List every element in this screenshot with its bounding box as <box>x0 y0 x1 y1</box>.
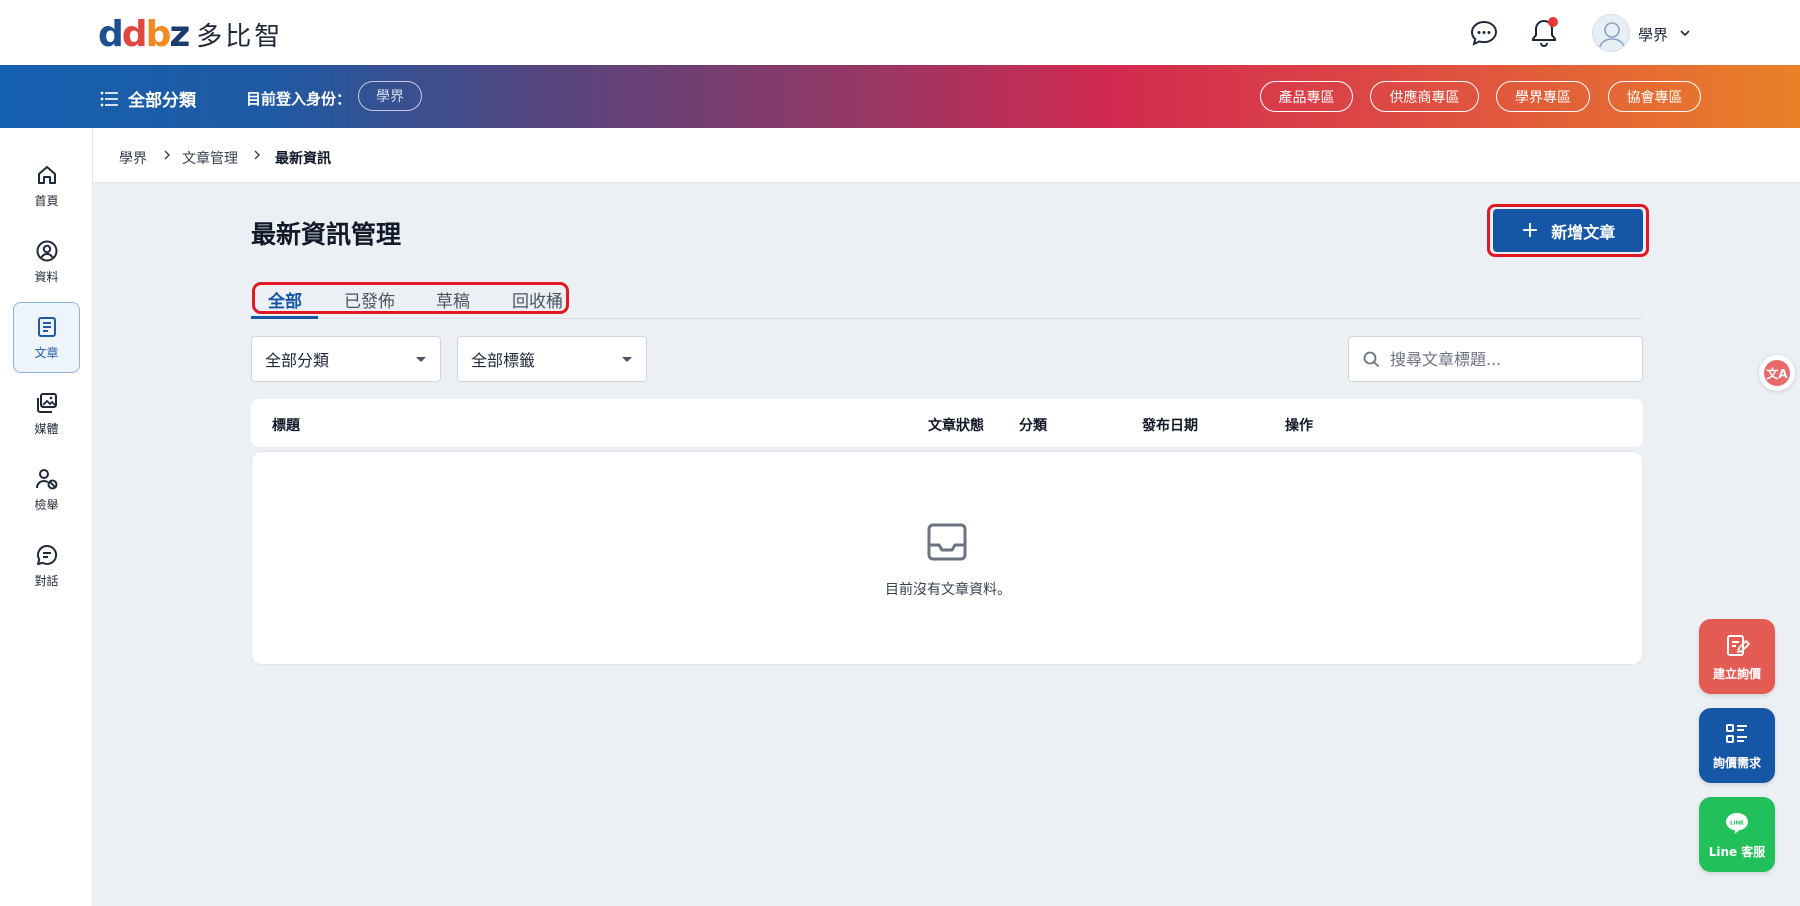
tab-all[interactable]: 全部 <box>268 287 302 312</box>
zone-button-suppliers[interactable]: 供應商專區 <box>1370 81 1479 112</box>
report-user-icon <box>35 468 57 489</box>
caret-down-icon <box>622 357 632 362</box>
sidebar-item-label: 對話 <box>34 573 59 588</box>
sidebar-item-chat[interactable]: 對話 <box>13 530 80 601</box>
empty-state-text: 目前沒有文章資料。 <box>885 582 1011 598</box>
document-icon <box>37 316 56 337</box>
create-inquiry-button[interactable]: 建立詢價 <box>1699 619 1775 694</box>
media-icon <box>36 392 57 413</box>
chat-bubble-icon <box>36 544 57 565</box>
sidebar-item-media[interactable]: 媒體 <box>13 378 80 449</box>
line-chat-icon: LINE <box>1726 812 1748 834</box>
add-article-label: 新增文章 <box>1551 222 1616 242</box>
zone-button-academia[interactable]: 學界專區 <box>1496 81 1590 112</box>
inbox-icon <box>927 523 967 561</box>
tab-draft[interactable]: 草稿 <box>436 287 470 312</box>
sidebar-item-articles[interactable]: 文章 <box>13 302 80 373</box>
top-header: ddbz 多比智 學界 <box>0 0 1800 65</box>
sidebar-item-label: 文章 <box>34 345 59 360</box>
active-tab-indicator <box>251 316 318 319</box>
user-name[interactable]: 學界 <box>1638 24 1668 45</box>
create-inquiry-label: 建立詢價 <box>1712 666 1761 681</box>
add-article-button[interactable]: + 新增文章 <box>1493 209 1643 252</box>
table-body-empty: 目前沒有文章資料。 <box>251 451 1643 665</box>
avatar[interactable] <box>1592 14 1630 52</box>
tag-filter-value: 全部標籤 <box>471 351 536 370</box>
left-sidebar: 首頁 資料 文章 媒體 檢舉 對話 <box>0 128 93 906</box>
caret-down-icon <box>416 357 426 362</box>
logo[interactable]: ddbz 多比智 <box>98 16 283 53</box>
role-badge: 學界 <box>358 81 422 111</box>
translate-button[interactable]: 文A <box>1759 355 1795 391</box>
all-categories-button[interactable]: 全部分類 <box>100 86 196 111</box>
chevron-right-icon <box>254 150 260 160</box>
column-header-publish-date: 發布日期 <box>1142 418 1198 434</box>
logo-text: 多比智 <box>196 22 284 52</box>
line-service-label: Line 客服 <box>1708 844 1766 859</box>
tab-published[interactable]: 已發佈 <box>344 287 395 312</box>
search-input[interactable] <box>1390 349 1630 369</box>
menu-list-icon <box>100 91 118 106</box>
all-categories-label: 全部分類 <box>128 91 196 111</box>
column-header-actions: 操作 <box>1285 418 1313 434</box>
sidebar-item-label: 檢舉 <box>34 497 59 512</box>
home-icon <box>37 165 56 184</box>
breadcrumb-item[interactable]: 學界 <box>119 148 147 168</box>
column-header-title: 標題 <box>272 418 300 434</box>
tab-trash[interactable]: 回收桶 <box>512 287 563 312</box>
inquiry-demand-label: 詢價需求 <box>1712 755 1761 770</box>
main-navbar: 全部分類 目前登入身份： 學界 產品專區 供應商專區 學界專區 協會專區 <box>0 65 1800 128</box>
breadcrumb-current: 最新資訊 <box>275 151 331 167</box>
tag-filter-select[interactable]: 全部標籤 <box>457 336 647 382</box>
sidebar-item-label: 首頁 <box>34 193 59 208</box>
search-box[interactable] <box>1348 336 1643 382</box>
line-badge-text: LINE <box>1730 820 1744 826</box>
inquiry-demand-button[interactable]: 詢價需求 <box>1699 708 1775 783</box>
sidebar-item-home[interactable]: 首頁 <box>13 150 80 221</box>
chevron-right-icon <box>164 150 170 160</box>
zone-button-products[interactable]: 產品專區 <box>1260 81 1353 112</box>
user-circle-icon <box>36 240 57 261</box>
page-title: 最新資訊管理 <box>251 220 402 249</box>
column-header-category: 分類 <box>1019 418 1047 434</box>
tabs-divider <box>251 318 1643 319</box>
search-icon <box>1363 351 1380 367</box>
plus-icon: + <box>1520 217 1540 243</box>
translate-icon: 文A <box>1764 360 1790 386</box>
edit-clipboard-icon <box>1727 634 1750 656</box>
zone-button-associations[interactable]: 協會專區 <box>1608 81 1701 112</box>
breadcrumb: 學界 文章管理 最新資訊 <box>93 128 1800 183</box>
sidebar-item-report[interactable]: 檢舉 <box>13 454 80 525</box>
chat-icon[interactable] <box>1470 20 1498 46</box>
sidebar-item-label: 資料 <box>34 269 59 284</box>
login-identity-label: 目前登入身份： <box>246 90 352 108</box>
category-filter-select[interactable]: 全部分類 <box>251 336 441 382</box>
sidebar-item-profile[interactable]: 資料 <box>13 226 80 297</box>
list-icon <box>1726 723 1747 743</box>
line-service-button[interactable]: LINE Line 客服 <box>1699 797 1775 872</box>
logo-mark: ddbz <box>98 13 190 55</box>
chevron-down-icon[interactable] <box>1678 26 1692 40</box>
breadcrumb-item[interactable]: 文章管理 <box>182 148 238 168</box>
sidebar-item-label: 媒體 <box>34 421 59 436</box>
notification-dot <box>1548 17 1558 27</box>
column-header-status: 文章狀態 <box>928 418 984 434</box>
category-filter-value: 全部分類 <box>265 351 330 370</box>
table-header: 標題 文章狀態 分類 發布日期 操作 <box>251 399 1643 447</box>
